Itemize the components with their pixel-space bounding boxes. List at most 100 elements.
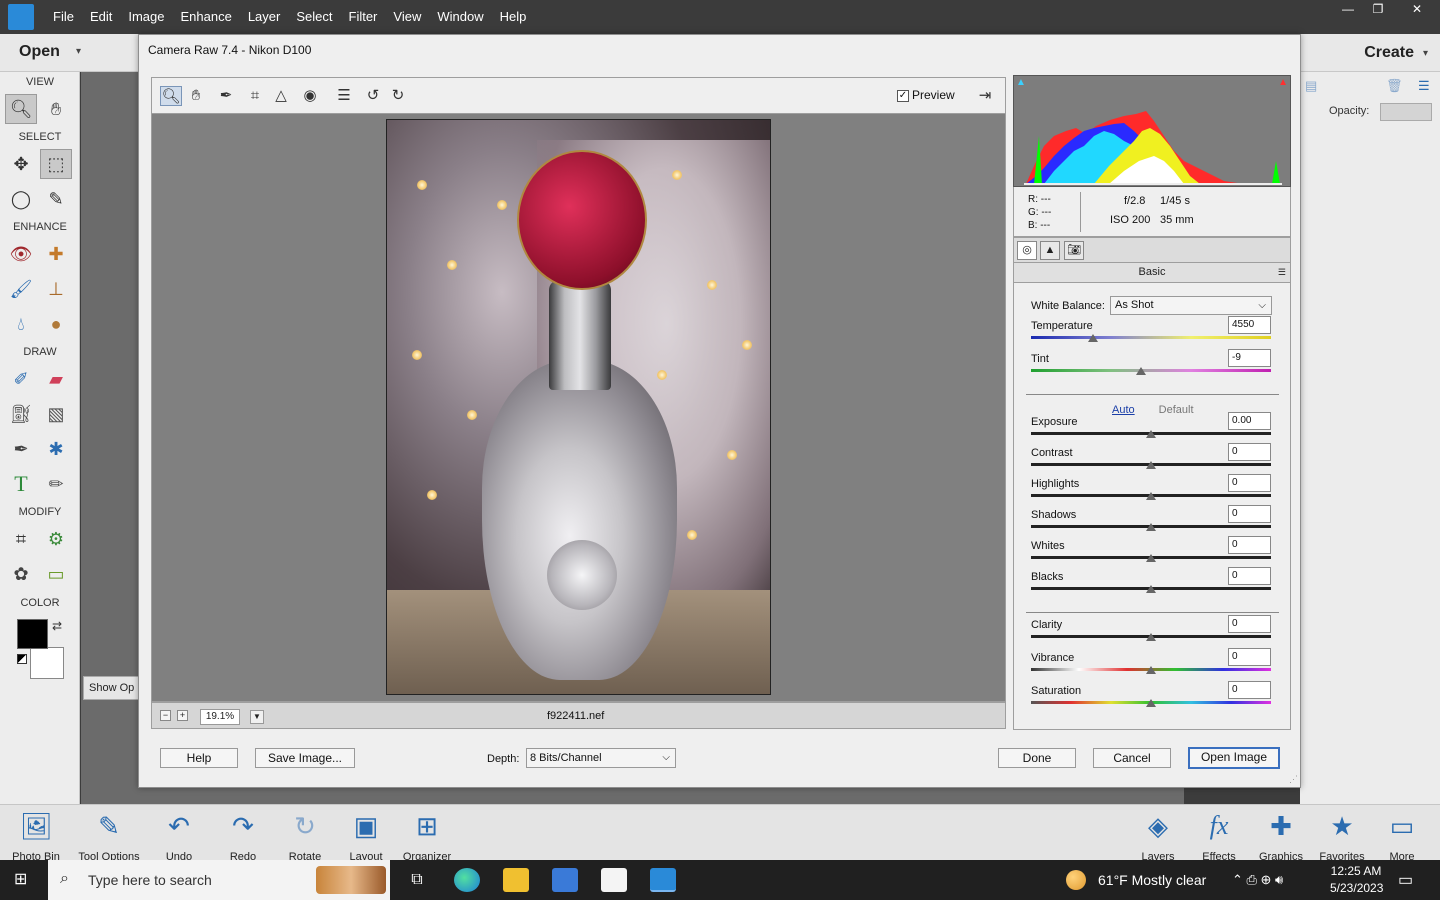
camera-calibration-tab-icon[interactable]: 📷︎ (1064, 241, 1084, 260)
mail-icon[interactable] (601, 868, 627, 892)
shadow-clipping-warning-icon[interactable]: ▲ (1016, 77, 1026, 88)
show-options-button[interactable]: Show Op (83, 676, 143, 700)
menu-enhance[interactable]: Enhance (173, 0, 240, 34)
default-colors-icon[interactable] (17, 654, 27, 664)
foreground-color-swatch[interactable] (17, 619, 48, 649)
redo-button[interactable]: ↷ Redo (208, 811, 278, 863)
zoom-tool-icon[interactable]: 🔍︎ (5, 94, 37, 124)
gradient-tool-icon[interactable]: ▧ (40, 399, 72, 429)
tint-slider-thumb[interactable] (1136, 367, 1146, 375)
save-image-button[interactable]: Save Image... (255, 748, 355, 768)
hand-tool-icon[interactable]: ✋︎ (40, 94, 72, 124)
depth-select[interactable]: 8 Bits/Channel ⌵ (526, 748, 676, 768)
type-tool-icon[interactable]: T (5, 469, 37, 499)
create-button[interactable]: Create (1364, 44, 1414, 62)
open-button[interactable]: Open (19, 43, 60, 61)
highlights-value-field[interactable]: 0 (1228, 474, 1271, 492)
preview-checkbox[interactable]: ✓ Preview (897, 88, 955, 102)
saturation-value-field[interactable]: 0 (1228, 681, 1271, 699)
open-image-button[interactable]: Open Image (1188, 747, 1280, 769)
notifications-icon[interactable]: ▭ (1398, 870, 1413, 890)
whites-value-field[interactable]: 0 (1228, 536, 1271, 554)
highlight-clipping-warning-icon[interactable]: ▲ (1278, 77, 1288, 88)
effects-button[interactable]: fx Effects (1184, 811, 1254, 863)
menu-filter[interactable]: Filter (341, 0, 386, 34)
file-explorer-icon[interactable] (503, 868, 529, 892)
brush-tool-icon[interactable]: ✐ (5, 364, 37, 394)
close-button[interactable]: ✕ (1394, 0, 1440, 18)
cancel-button[interactable]: Cancel (1093, 748, 1171, 768)
clarity-slider-thumb[interactable] (1146, 633, 1156, 641)
temperature-slider-track[interactable] (1031, 336, 1271, 339)
minimize-button[interactable]: — (1334, 0, 1362, 18)
task-view-icon[interactable]: ⧉ (404, 868, 430, 892)
blur-tool-icon[interactable]: 💧︎ (5, 309, 37, 339)
tint-slider-track[interactable] (1031, 369, 1271, 372)
layer-mask-icon[interactable]: ▤ (1305, 78, 1317, 94)
pencil-tool-icon[interactable]: ✏︎ (40, 469, 72, 499)
content-aware-move-tool-icon[interactable]: ✿ (5, 559, 37, 589)
move-tool-icon[interactable]: ✥ (5, 149, 37, 179)
undo-button[interactable]: ↶ Undo (144, 811, 214, 863)
windows-start-icon[interactable]: ⊞ (14, 871, 32, 889)
exposure-value-field[interactable]: 0.00 (1228, 412, 1271, 430)
vibrance-value-field[interactable]: 0 (1228, 648, 1271, 666)
quick-selection-tool-icon[interactable]: ✎ (40, 184, 72, 214)
menu-view[interactable]: View (385, 0, 429, 34)
rotate-left-icon[interactable]: ↺ (362, 86, 384, 106)
edge-browser-icon[interactable] (454, 868, 480, 892)
paint-bucket-tool-icon[interactable]: ⛽︎ (5, 399, 37, 429)
detail-tab-icon[interactable]: ▲ (1040, 241, 1060, 260)
graphics-button[interactable]: ✚ Graphics (1246, 811, 1316, 863)
red-eye-tool-icon[interactable]: 👁︎ (5, 239, 37, 269)
layout-button[interactable]: ▣ Layout (331, 811, 401, 863)
system-tray-icons[interactable]: ⌃ ⎙ ⊕ 🔊︎ (1232, 872, 1283, 888)
basic-tab-icon[interactable]: ◎ (1017, 241, 1037, 260)
zoom-in-button[interactable]: + (177, 710, 188, 721)
crop-icon[interactable]: ⌗ (244, 86, 266, 106)
done-button[interactable]: Done (998, 748, 1076, 768)
open-dropdown-icon[interactable]: ▾ (76, 46, 81, 57)
rotate-right-icon[interactable]: ↻ (387, 86, 409, 106)
menu-file[interactable]: File (45, 0, 82, 34)
more-button[interactable]: ▭ More (1367, 811, 1437, 863)
eyedropper-tool-icon[interactable]: ✒ (5, 434, 37, 464)
background-color-swatch[interactable] (30, 647, 64, 679)
tint-value-field[interactable]: -9 (1228, 349, 1271, 367)
temperature-slider-thumb[interactable] (1088, 334, 1098, 342)
hand-icon[interactable]: ✋︎ (185, 86, 207, 106)
resize-grip-icon[interactable]: ⋰ (1289, 774, 1298, 785)
zoom-dropdown-icon[interactable]: ▼ (250, 710, 264, 724)
organizer-button[interactable]: ⊞ Organizer (392, 811, 462, 863)
straighten-icon[interactable]: △ (270, 86, 292, 106)
white-balance-select[interactable]: As Shot ⌵ (1110, 296, 1272, 315)
photoshop-elements-taskbar-icon[interactable] (650, 868, 676, 892)
zoom-level-field[interactable]: 19.1% (200, 709, 240, 725)
restore-button[interactable]: ❐ (1364, 0, 1392, 18)
custom-shape-tool-icon[interactable]: ✱ (40, 434, 72, 464)
clarity-value-field[interactable]: 0 (1228, 615, 1271, 633)
panel-menu-icon[interactable]: ☰ (1418, 78, 1430, 94)
sponge-tool-icon[interactable]: ● (40, 309, 72, 339)
red-eye-icon[interactable]: ◉ (299, 86, 321, 106)
opacity-field[interactable] (1380, 103, 1432, 121)
menu-select[interactable]: Select (288, 0, 340, 34)
menu-layer[interactable]: Layer (240, 0, 289, 34)
create-dropdown-icon[interactable]: ▾ (1423, 48, 1428, 59)
preferences-icon[interactable]: ☰ (333, 86, 355, 106)
lasso-tool-icon[interactable]: ◯ (5, 184, 37, 214)
tool-options-button[interactable]: ✎ Tool Options (74, 811, 144, 863)
blacks-slider-thumb[interactable] (1146, 585, 1156, 593)
temperature-value-field[interactable]: 4550 (1228, 316, 1271, 334)
vibrance-slider-thumb[interactable] (1146, 666, 1156, 674)
shadows-slider-thumb[interactable] (1146, 523, 1156, 531)
panel-menu-icon[interactable]: ☰ (1278, 263, 1286, 281)
menu-image[interactable]: Image (120, 0, 172, 34)
smart-brush-tool-icon[interactable]: 🖌︎ (5, 274, 37, 304)
zoom-out-button[interactable]: − (160, 710, 171, 721)
contrast-value-field[interactable]: 0 (1228, 443, 1271, 461)
blacks-value-field[interactable]: 0 (1228, 567, 1271, 585)
fullscreen-icon[interactable]: ⇥ (974, 86, 996, 106)
menu-edit[interactable]: Edit (82, 0, 120, 34)
store-icon[interactable] (552, 868, 578, 892)
